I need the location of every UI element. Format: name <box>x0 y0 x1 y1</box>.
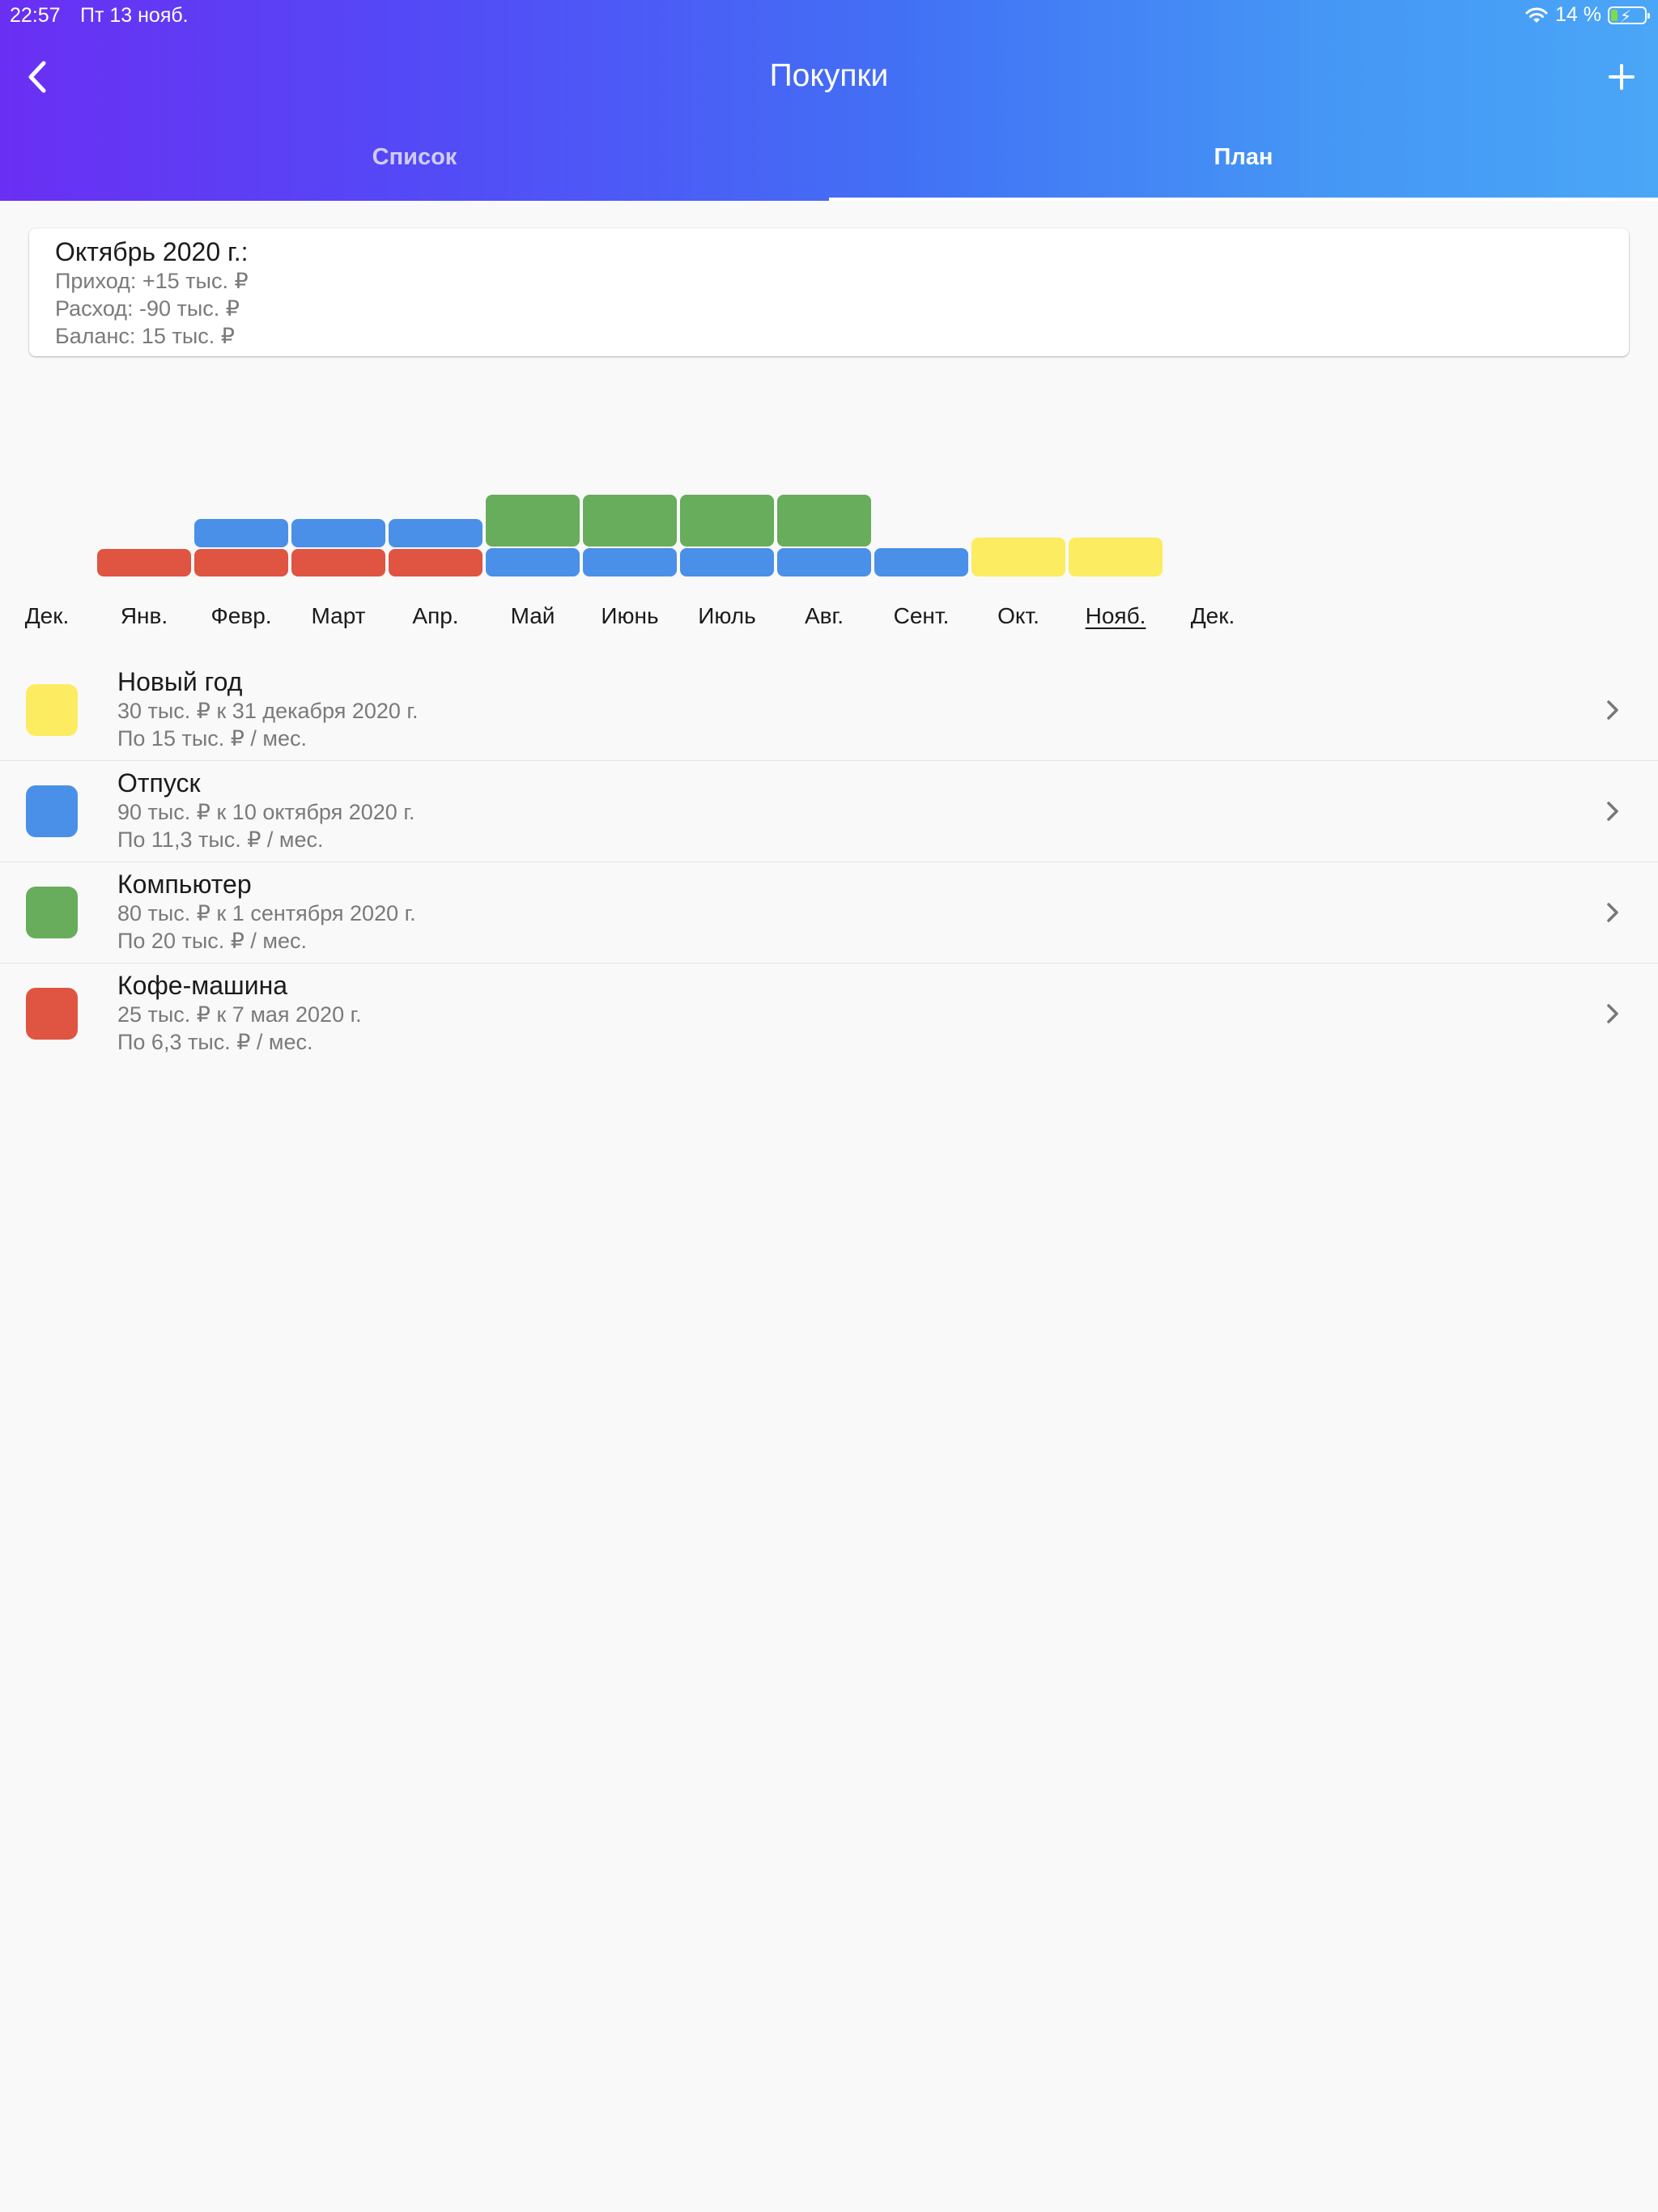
month-label[interactable]: Июнь <box>581 603 678 629</box>
chart-bar-segment[interactable] <box>971 538 1065 576</box>
month-label[interactable]: Февр. <box>193 603 290 629</box>
status-time: 22:57 <box>10 4 61 27</box>
chevron-right-icon <box>1607 903 1618 922</box>
goal-row[interactable]: Отпуск 90 тыс. ₽ к 10 октября 2020 г. По 1… <box>0 761 1658 862</box>
chart-bar-segment[interactable] <box>680 548 774 576</box>
summary-expense: Расход: -90 тыс. ₽ <box>55 296 240 321</box>
goal-text: Новый год 30 тыс. ₽ к 31 декабря 2020 г. П… <box>117 666 418 752</box>
goal-color-swatch <box>26 785 78 837</box>
chart-bar-segment[interactable] <box>194 549 288 576</box>
chart-bar-segment[interactable] <box>291 519 385 547</box>
goal-monthly: По 20 тыс. ₽ / мес. <box>117 929 307 953</box>
battery-icon: ⚡ <box>1608 6 1650 26</box>
goal-name: Компьютер <box>117 870 252 899</box>
goal-text: Компьютер 80 тыс. ₽ к 1 сентября 2020 г. П… <box>117 869 416 955</box>
month-label[interactable]: Июль <box>678 603 776 629</box>
month-label[interactable]: Окт. <box>970 603 1067 629</box>
goal-name: Новый год <box>117 667 243 696</box>
goal-target: 80 тыс. ₽ к 1 сентября 2020 г. <box>117 901 416 925</box>
status-indicators: 14 % ⚡ <box>1524 3 1650 27</box>
month-label[interactable]: Сент. <box>873 603 970 629</box>
goal-list: Новый год 30 тыс. ₽ к 31 декабря 2020 г. П… <box>0 660 1658 1064</box>
app-header: 22:57 Пт 13 нояб. 14 % ⚡ Покупки Список … <box>0 0 1658 201</box>
goal-color-swatch <box>26 887 78 938</box>
chart-bar-segment[interactable] <box>680 495 774 547</box>
goal-target: 30 тыс. ₽ к 31 декабря 2020 г. <box>117 699 419 723</box>
goal-row[interactable]: Компьютер 80 тыс. ₽ к 1 сентября 2020 г. П… <box>0 862 1658 963</box>
goal-row[interactable]: Новый год 30 тыс. ₽ к 31 декабря 2020 г. П… <box>0 660 1658 761</box>
chart-bar-segment[interactable] <box>1069 538 1163 576</box>
chevron-right-icon <box>1607 802 1618 821</box>
active-tab-indicator <box>829 198 1658 201</box>
chart-bar-segment[interactable] <box>583 548 677 576</box>
tab-plan[interactable]: План <box>829 144 1658 171</box>
goal-text: Кофе-машина 25 тыс. ₽ к 7 мая 2020 г. По 6… <box>117 970 362 1056</box>
chart-bar-segment[interactable] <box>486 548 580 576</box>
chart-bar-segment[interactable] <box>777 495 871 547</box>
goal-name: Кофе-машина <box>117 971 288 1000</box>
chart-bar-segment[interactable] <box>97 549 191 576</box>
month-label[interactable]: Май <box>484 603 581 629</box>
chevron-right-icon <box>1607 700 1618 720</box>
status-bar: 22:57 Пт 13 нояб. 14 % ⚡ <box>0 0 1658 32</box>
add-icon[interactable] <box>1601 57 1642 97</box>
month-label[interactable]: Нояб. <box>1067 603 1164 629</box>
month-label[interactable]: Март <box>290 603 387 629</box>
goal-monthly: По 6,3 тыс. ₽ / мес. <box>117 1030 313 1054</box>
chart-bar-segment[interactable] <box>389 549 483 576</box>
month-label[interactable]: Дек. <box>0 603 96 629</box>
status-date: Пт 13 нояб. <box>80 4 189 27</box>
goal-color-swatch <box>26 988 78 1040</box>
chart-bar-segment[interactable] <box>874 548 968 576</box>
page-title: Покупки <box>769 58 889 93</box>
goal-target: 90 тыс. ₽ к 10 октября 2020 г. <box>117 800 415 824</box>
battery-percent: 14 % <box>1555 3 1601 26</box>
goal-target: 25 тыс. ₽ к 7 мая 2020 г. <box>117 1002 362 1027</box>
chart-bar-segment[interactable] <box>486 495 580 547</box>
goal-monthly: По 11,3 тыс. ₽ / мес. <box>117 827 324 852</box>
chevron-right-icon <box>1607 1004 1618 1023</box>
chart-bar-segment[interactable] <box>389 519 483 547</box>
summary-income: Приход: +15 тыс. ₽ <box>55 269 249 293</box>
goal-color-swatch <box>26 684 78 736</box>
chart-bar-segment[interactable] <box>194 519 288 547</box>
month-label[interactable]: Дек. <box>1164 603 1261 629</box>
chart-bar-segment[interactable] <box>583 495 677 547</box>
chart-bar-segment[interactable] <box>291 549 385 576</box>
goal-row[interactable]: Кофе-машина 25 тыс. ₽ к 7 мая 2020 г. По 6… <box>0 963 1658 1064</box>
goal-monthly: По 15 тыс. ₽ / мес. <box>117 726 307 751</box>
goal-text: Отпуск 90 тыс. ₽ к 10 октября 2020 г. По 1… <box>117 768 414 853</box>
month-label[interactable]: Янв. <box>96 603 193 629</box>
month-summary-card[interactable]: Октябрь 2020 г.: Приход: +15 тыс. ₽ Расх… <box>29 228 1629 356</box>
tab-list[interactable]: Список <box>0 144 829 171</box>
summary-title: Октябрь 2020 г.: <box>55 237 249 266</box>
goal-name: Отпуск <box>117 768 201 798</box>
wifi-icon <box>1525 7 1548 23</box>
month-label[interactable]: Авг. <box>776 603 873 629</box>
chart-bar-segment[interactable] <box>777 548 871 576</box>
summary-balance: Баланс: 15 тыс. ₽ <box>55 324 235 348</box>
month-label[interactable]: Апр. <box>387 603 484 629</box>
